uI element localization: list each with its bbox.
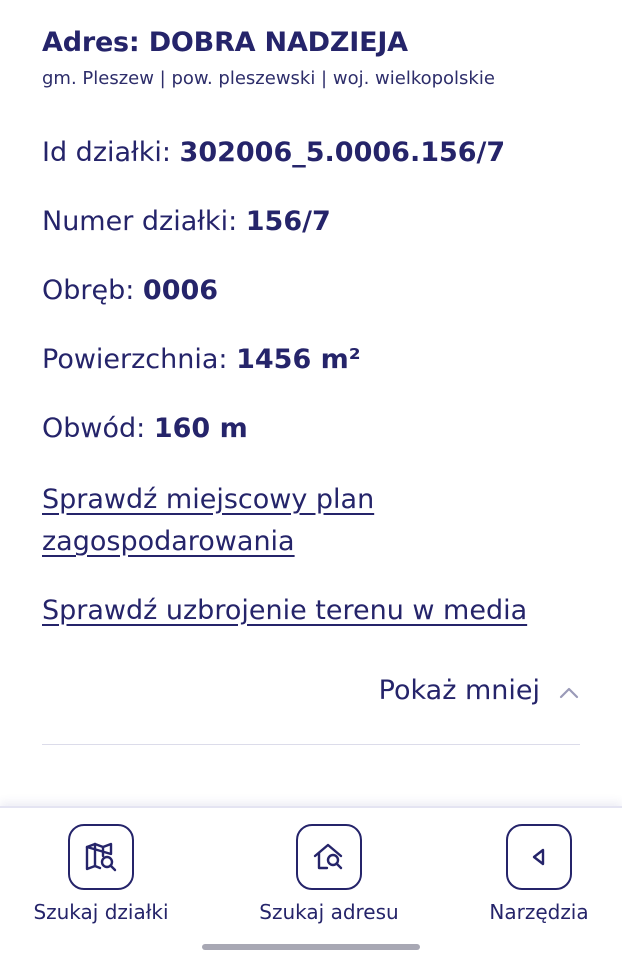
perimeter-row: Obwód: 160 m bbox=[42, 413, 248, 444]
zoning-plan-link[interactable]: Sprawdź miejscowy plan zagospodarowania bbox=[42, 479, 422, 563]
parcel-number-row: Numer działki: 156/7 bbox=[42, 206, 331, 237]
nav-search-address[interactable]: Szukaj adresu bbox=[251, 824, 407, 924]
utilities-link[interactable]: Sprawdź uzbrojenie terenu w media bbox=[42, 590, 527, 632]
precinct-value: 0006 bbox=[142, 275, 219, 306]
show-less-label: Pokaż mniej bbox=[378, 675, 540, 706]
bottom-navigation: Szukaj działki Szukaj adresu Narzędzia bbox=[0, 806, 622, 962]
chevron-left-icon bbox=[506, 824, 572, 890]
home-indicator bbox=[202, 944, 420, 950]
address-subtitle: gm. Pleszew | pow. pleszewski | woj. wie… bbox=[42, 68, 495, 89]
chevron-up-icon bbox=[558, 680, 580, 702]
nav-search-parcel-label: Szukaj działki bbox=[33, 900, 169, 924]
nav-tools[interactable]: Narzędzia bbox=[480, 824, 598, 924]
address-title: Adres: DOBRA NADZIEJA bbox=[42, 27, 408, 58]
parcel-id-row: Id działki: 302006_5.0006.156/7 bbox=[42, 137, 505, 168]
perimeter-label: Obwód: bbox=[42, 413, 154, 444]
nav-search-address-label: Szukaj adresu bbox=[259, 900, 399, 924]
area-row: Powierzchnia: 1456 m² bbox=[42, 344, 361, 375]
map-search-icon bbox=[68, 824, 134, 890]
area-label: Powierzchnia: bbox=[42, 344, 237, 375]
parcel-number-label: Numer działki: bbox=[42, 206, 246, 237]
parcel-number-value: 156/7 bbox=[245, 206, 331, 237]
area-value: 1456 m² bbox=[236, 344, 361, 375]
precinct-label: Obręb: bbox=[42, 275, 143, 306]
parcel-id-label: Id działki: bbox=[42, 137, 180, 168]
perimeter-value: 160 m bbox=[153, 413, 248, 444]
show-less-toggle[interactable]: Pokaż mniej bbox=[379, 675, 580, 706]
nav-search-parcel[interactable]: Szukaj działki bbox=[29, 824, 173, 924]
nav-tools-label: Narzędzia bbox=[489, 900, 589, 924]
home-search-icon bbox=[296, 824, 362, 890]
precinct-row: Obręb: 0006 bbox=[42, 275, 218, 306]
divider bbox=[42, 744, 580, 745]
parcel-id-value: 302006_5.0006.156/7 bbox=[179, 137, 506, 168]
